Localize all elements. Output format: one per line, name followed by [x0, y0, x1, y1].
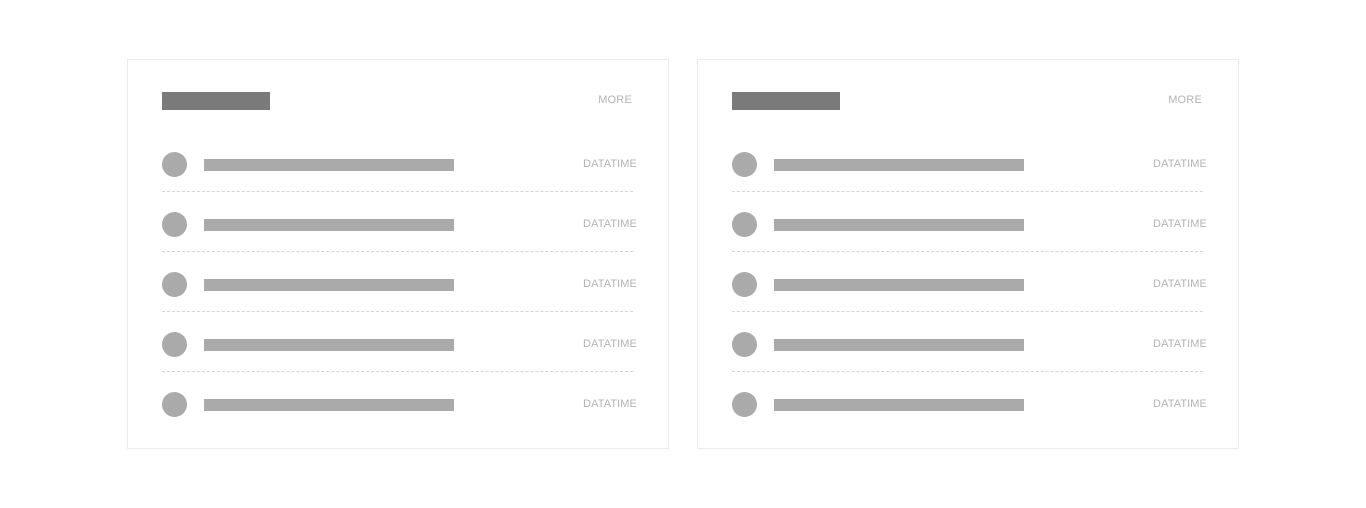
item-title-placeholder	[204, 279, 454, 291]
card-title-placeholder	[732, 92, 840, 110]
item-title-placeholder	[204, 399, 454, 411]
item-datetime: DATATIME	[583, 278, 637, 290]
item-datetime: DATATIME	[583, 338, 637, 350]
item-title-placeholder	[204, 219, 454, 231]
list-item[interactable]: DATATIME	[732, 200, 1207, 260]
news-card-right: MORE DATATIME DATATIME DATATIME DATATIME…	[697, 59, 1239, 449]
page-stage: MORE DATATIME DATATIME DATATIME DATATIME…	[0, 0, 1366, 508]
avatar-placeholder	[732, 212, 757, 237]
list-item[interactable]: DATATIME	[162, 320, 637, 380]
list-item[interactable]: DATATIME	[732, 380, 1207, 440]
item-title-placeholder	[774, 279, 1024, 291]
item-title-placeholder	[774, 399, 1024, 411]
list-item[interactable]: DATATIME	[162, 260, 637, 320]
list-item[interactable]: DATATIME	[732, 140, 1207, 200]
avatar-placeholder	[732, 332, 757, 357]
item-datetime: DATATIME	[583, 398, 637, 410]
item-datetime: DATATIME	[1153, 398, 1207, 410]
more-link[interactable]: MORE	[598, 94, 632, 106]
card-title-placeholder	[162, 92, 270, 110]
card-header: MORE	[732, 92, 1202, 111]
avatar-placeholder	[162, 332, 187, 357]
item-title-placeholder	[774, 159, 1024, 171]
item-datetime: DATATIME	[583, 218, 637, 230]
item-datetime: DATATIME	[1153, 338, 1207, 350]
list-item[interactable]: DATATIME	[162, 380, 637, 440]
item-divider	[732, 371, 1203, 372]
avatar-placeholder	[162, 392, 187, 417]
item-divider	[732, 251, 1203, 252]
item-title-placeholder	[774, 339, 1024, 351]
avatar-placeholder	[162, 212, 187, 237]
item-title-placeholder	[204, 159, 454, 171]
item-title-placeholder	[204, 339, 454, 351]
news-card-left: MORE DATATIME DATATIME DATATIME DATATIME…	[127, 59, 669, 449]
item-datetime: DATATIME	[1153, 278, 1207, 290]
item-datetime: DATATIME	[1153, 218, 1207, 230]
item-list: DATATIME DATATIME DATATIME DATATIME DATA…	[732, 140, 1207, 440]
item-list: DATATIME DATATIME DATATIME DATATIME DATA…	[162, 140, 637, 440]
item-divider	[162, 251, 633, 252]
item-datetime: DATATIME	[583, 158, 637, 170]
avatar-placeholder	[162, 152, 187, 177]
item-divider	[162, 191, 633, 192]
item-divider	[162, 371, 633, 372]
list-item[interactable]: DATATIME	[732, 320, 1207, 380]
item-divider	[162, 311, 633, 312]
list-item[interactable]: DATATIME	[162, 140, 637, 200]
more-link[interactable]: MORE	[1168, 94, 1202, 106]
avatar-placeholder	[162, 272, 187, 297]
avatar-placeholder	[732, 392, 757, 417]
item-divider	[732, 191, 1203, 192]
avatar-placeholder	[732, 272, 757, 297]
list-item[interactable]: DATATIME	[162, 200, 637, 260]
item-title-placeholder	[774, 219, 1024, 231]
item-datetime: DATATIME	[1153, 158, 1207, 170]
card-header: MORE	[162, 92, 632, 111]
avatar-placeholder	[732, 152, 757, 177]
list-item[interactable]: DATATIME	[732, 260, 1207, 320]
item-divider	[732, 311, 1203, 312]
